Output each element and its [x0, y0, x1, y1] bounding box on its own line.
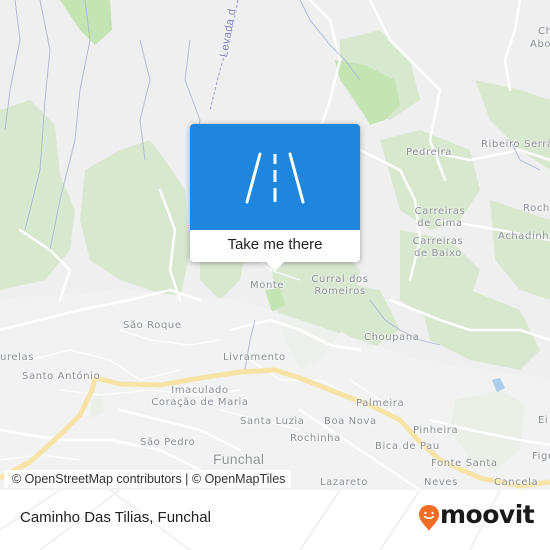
label-curral-dos-romeiros: Curral dos Romeiros	[305, 274, 375, 298]
label-santo-antonio: Santo António	[22, 371, 101, 382]
label-cancela: Cancela	[494, 477, 539, 488]
popup-pointer	[266, 262, 284, 271]
label-ribeiro-serra: Ribeiro Serrã	[481, 139, 550, 150]
label-palmeira: Palmeira	[356, 398, 405, 409]
label-abo: Abo	[530, 39, 550, 50]
label-line: Carreiras	[412, 236, 464, 247]
label-pedreira: Pedreira	[406, 147, 453, 158]
footer-bar: Caminho Das Tilias, Funchal moovit	[0, 490, 550, 550]
map[interactable]: Levada d Ch Abo Pedreira Ribeiro Serrã R…	[0, 0, 550, 490]
label-pinheira: Pinheira	[413, 425, 459, 436]
label-ch: Ch	[538, 26, 550, 37]
label-urelas: urelas	[0, 352, 35, 363]
label-line: de Cima	[417, 218, 463, 229]
label-line: Curral dos	[311, 274, 369, 285]
directions-popup[interactable]: Take me there	[190, 124, 360, 271]
label-carreiras-de-cima: Carreiras de Cima	[410, 206, 470, 230]
label-achadinha: Achadinha	[498, 231, 550, 242]
label-rochinha: Rochinha	[290, 433, 341, 444]
label-santa-luzia: Santa Luzia	[240, 416, 305, 427]
label-line: Carreiras	[414, 206, 466, 217]
label-fonte-santa: Fonte Santa	[431, 458, 498, 469]
forest-area	[80, 140, 190, 300]
label-funchal: Funchal	[213, 451, 265, 467]
label-figu: Figu	[532, 451, 550, 462]
label-line: Imaculado	[171, 385, 229, 396]
label-sao-roque: São Roque	[123, 320, 182, 331]
take-me-there-button[interactable]: Take me there	[190, 230, 360, 262]
road-icon	[245, 152, 305, 204]
moovit-wordmark: moovit	[440, 500, 535, 529]
forest-area	[0, 100, 75, 290]
label-neves: Neves	[424, 477, 458, 488]
label-line: Romeiros	[314, 286, 366, 297]
label-carreiras-de-baixo: Carreiras de Baixo	[408, 236, 468, 260]
forest-area	[490, 200, 550, 300]
label-line: Coração de Maria	[151, 397, 249, 408]
label-livramento: Livramento	[223, 352, 286, 363]
label-lazareto: Lazareto	[320, 477, 368, 488]
label-boa-nova: Boa Nova	[324, 416, 377, 427]
label-bica-de-pau: Bica de Pau	[375, 441, 440, 452]
label-line: de Baixo	[414, 248, 462, 259]
label-ei: Ei	[538, 415, 549, 426]
label-imaculado-coracao-de-maria: Imaculado Coração de Maria	[150, 385, 250, 409]
label-choupana: Choupana	[364, 332, 420, 343]
place-name: Caminho Das Tilias, Funchal	[20, 509, 211, 526]
map-attribution[interactable]: © OpenStreetMap contributors | © OpenMap…	[4, 470, 292, 488]
moovit-pin-icon	[419, 505, 439, 531]
popup-header[interactable]	[190, 124, 360, 230]
label-monte: Monte	[250, 280, 285, 291]
label-sao-pedro: São Pedro	[140, 437, 196, 448]
label-roch: Roch	[523, 203, 550, 214]
